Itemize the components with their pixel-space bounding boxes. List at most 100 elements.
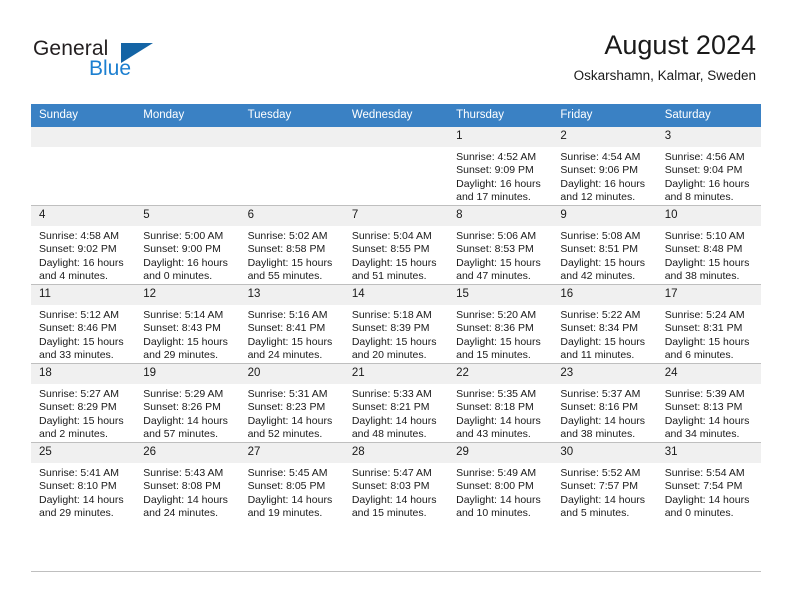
calendar-day-cell-empty (31, 127, 136, 206)
weekday-header-monday: Monday (135, 104, 240, 127)
daylight-text: Daylight: 15 hours (456, 335, 541, 348)
day-number: 14 (343, 285, 449, 305)
calendar-day-cell[interactable]: 1 Sunrise: 4:52 AM Sunset: 9:09 PM Daylight… (448, 127, 553, 206)
calendar-day-cell[interactable]: 4 Sunrise: 4:58 AM Sunset: 9:02 PM Daylight… (31, 205, 136, 285)
calendar-day-cell[interactable]: 28 Sunrise: 5:47 AM Sunset: 8:03 PM Dayligh… (343, 442, 449, 521)
daylight-text: Daylight: 15 hours (247, 335, 333, 348)
sunrise-text: Sunrise: 5:00 AM (143, 230, 224, 242)
day-number: 30 (552, 443, 657, 463)
sunset-text: Sunset: 8:46 PM (39, 322, 117, 335)
calendar-day-cell[interactable]: 31 Sunrise: 5:54 AM Sunset: 7:54 PM Dayligh… (656, 442, 761, 521)
sunset-text: Sunset: 8:03 PM (351, 480, 430, 493)
daylight-text-cont: and 4 minutes. (39, 270, 108, 283)
sunrise-text: Sunrise: 5:45 AM (247, 467, 328, 479)
calendar-day-cell[interactable]: 7 Sunrise: 5:04 AM Sunset: 8:55 PM Daylight… (343, 205, 449, 285)
day-number: 28 (343, 443, 449, 463)
daylight-text: Daylight: 16 hours (456, 177, 541, 190)
calendar-day-cell[interactable]: 17 Sunrise: 5:24 AM Sunset: 8:31 PM Dayligh… (656, 284, 761, 364)
brand-logo[interactable]: General Blue (33, 37, 233, 85)
calendar-day-cell[interactable]: 19 Sunrise: 5:29 AM Sunset: 8:26 PM Dayligh… (135, 363, 240, 443)
daylight-text-cont: and 10 minutes. (456, 507, 531, 520)
day-details: Sunrise: 5:41 AM Sunset: 8:10 PM Daylight:… (31, 463, 135, 521)
daylight-text: Daylight: 15 hours (664, 335, 750, 348)
daylight-text-cont: and 17 minutes. (456, 191, 531, 204)
calendar-day-cell[interactable]: 2 Sunrise: 4:54 AM Sunset: 9:06 PM Daylight… (552, 127, 657, 206)
calendar-day-cell[interactable]: 13 Sunrise: 5:16 AM Sunset: 8:41 PM Dayligh… (239, 284, 344, 364)
sunrise-text: Sunrise: 5:02 AM (247, 230, 328, 242)
daylight-text-cont: and 15 minutes. (351, 507, 427, 520)
calendar-day-cell[interactable]: 12 Sunrise: 5:14 AM Sunset: 8:43 PM Dayligh… (135, 284, 240, 364)
calendar-day-cell[interactable]: 27 Sunrise: 5:45 AM Sunset: 8:05 PM Dayligh… (239, 442, 344, 521)
sunset-text: Sunset: 8:51 PM (560, 243, 639, 256)
sunset-text: Sunset: 8:34 PM (560, 322, 639, 335)
calendar-day-cell[interactable]: 22 Sunrise: 5:35 AM Sunset: 8:18 PM Dayligh… (448, 363, 553, 443)
calendar-day-cell[interactable]: 8 Sunrise: 5:06 AM Sunset: 8:53 PM Daylight… (448, 205, 553, 285)
calendar-day-cell[interactable]: 10 Sunrise: 5:10 AM Sunset: 8:48 PM Dayligh… (656, 205, 761, 285)
day-number: 7 (343, 206, 449, 226)
sunset-text: Sunset: 8:23 PM (247, 401, 326, 414)
calendar-day-cell[interactable]: 20 Sunrise: 5:31 AM Sunset: 8:23 PM Dayligh… (239, 363, 344, 443)
page-title: August 2024 (604, 30, 756, 60)
day-number: 26 (135, 443, 240, 463)
location-subtitle: Oskarshamn, Kalmar, Sweden (573, 68, 756, 83)
day-details: Sunrise: 5:14 AM Sunset: 8:43 PM Daylight:… (135, 305, 239, 363)
sunrise-text: Sunrise: 4:52 AM (456, 151, 537, 163)
calendar-day-cell-empty (135, 127, 240, 206)
calendar-day-cell[interactable]: 29 Sunrise: 5:49 AM Sunset: 8:00 PM Dayligh… (448, 442, 553, 521)
daylight-text-cont: and 43 minutes. (456, 428, 531, 441)
daylight-text-cont: and 33 minutes. (39, 349, 114, 362)
calendar-day-cell[interactable]: 3 Sunrise: 4:56 AM Sunset: 9:04 PM Daylight… (656, 127, 761, 206)
sunrise-text: Sunrise: 5:29 AM (143, 388, 224, 400)
calendar-day-cell[interactable]: 23 Sunrise: 5:37 AM Sunset: 8:16 PM Dayligh… (552, 363, 657, 443)
day-details: Sunrise: 5:49 AM Sunset: 8:00 PM Daylight:… (448, 463, 552, 521)
sunrise-text: Sunrise: 5:27 AM (39, 388, 119, 400)
day-details: Sunrise: 5:04 AM Sunset: 8:55 PM Daylight:… (344, 226, 448, 284)
day-number: 10 (656, 206, 761, 226)
day-number: 22 (448, 364, 553, 384)
calendar-day-cell[interactable]: 9 Sunrise: 5:08 AM Sunset: 8:51 PM Daylight… (552, 205, 657, 285)
sunrise-text: Sunrise: 5:47 AM (351, 467, 432, 479)
daylight-text: Daylight: 14 hours (39, 493, 124, 506)
calendar-day-cell[interactable]: 16 Sunrise: 5:22 AM Sunset: 8:34 PM Dayligh… (552, 284, 657, 364)
daylight-text-cont: and 48 minutes. (351, 428, 427, 441)
daylight-text-cont: and 6 minutes. (664, 349, 734, 362)
daylight-text: Daylight: 14 hours (664, 493, 750, 506)
calendar-day-cell[interactable]: 21 Sunrise: 5:33 AM Sunset: 8:21 PM Dayligh… (343, 363, 449, 443)
day-details: Sunrise: 5:06 AM Sunset: 8:53 PM Daylight:… (448, 226, 552, 284)
day-number (31, 127, 136, 147)
day-number: 2 (552, 127, 657, 147)
page-header: General Blue August 2024 Oskarshamn, Kal… (0, 0, 792, 104)
calendar-day-cell[interactable]: 24 Sunrise: 5:39 AM Sunset: 8:13 PM Dayligh… (656, 363, 761, 443)
calendar-day-cell[interactable]: 6 Sunrise: 5:02 AM Sunset: 8:58 PM Daylight… (239, 205, 344, 285)
sunset-text: Sunset: 9:06 PM (560, 164, 639, 177)
sunrise-text: Sunrise: 5:43 AM (143, 467, 224, 479)
calendar-day-cell[interactable]: 25 Sunrise: 5:41 AM Sunset: 8:10 PM Dayligh… (31, 442, 136, 521)
sunset-text: Sunset: 7:57 PM (560, 480, 639, 493)
daylight-text-cont: and 29 minutes. (39, 507, 114, 520)
day-number (239, 127, 344, 147)
sunrise-text: Sunrise: 5:16 AM (247, 309, 328, 321)
calendar-day-cell-empty (343, 127, 449, 206)
calendar-day-cell[interactable]: 18 Sunrise: 5:27 AM Sunset: 8:29 PM Dayligh… (31, 363, 136, 443)
daylight-text: Daylight: 14 hours (456, 493, 541, 506)
day-number: 20 (239, 364, 344, 384)
calendar-day-cell[interactable]: 15 Sunrise: 5:20 AM Sunset: 8:36 PM Dayligh… (448, 284, 553, 364)
daylight-text-cont: and 5 minutes. (560, 507, 630, 520)
calendar-header-row: Sunday Monday Tuesday Wednesday Thursday… (31, 104, 761, 127)
sunrise-text: Sunrise: 5:18 AM (351, 309, 432, 321)
day-details: Sunrise: 5:43 AM Sunset: 8:08 PM Daylight:… (135, 463, 239, 521)
calendar-day-cell[interactable]: 26 Sunrise: 5:43 AM Sunset: 8:08 PM Dayligh… (135, 442, 240, 521)
sunset-text: Sunset: 8:55 PM (351, 243, 430, 256)
daylight-text: Daylight: 14 hours (351, 414, 437, 427)
sunset-text: Sunset: 8:58 PM (247, 243, 326, 256)
calendar-day-cell[interactable]: 14 Sunrise: 5:18 AM Sunset: 8:39 PM Dayligh… (343, 284, 449, 364)
calendar-day-cell[interactable]: 5 Sunrise: 5:00 AM Sunset: 9:00 PM Daylight… (135, 205, 240, 285)
day-details: Sunrise: 5:45 AM Sunset: 8:05 PM Daylight:… (240, 463, 344, 521)
day-details: Sunrise: 5:33 AM Sunset: 8:21 PM Daylight:… (344, 384, 448, 442)
day-number: 29 (448, 443, 553, 463)
day-details: Sunrise: 5:31 AM Sunset: 8:23 PM Daylight:… (240, 384, 344, 442)
day-number: 27 (239, 443, 344, 463)
day-number: 11 (31, 285, 136, 305)
calendar-day-cell[interactable]: 30 Sunrise: 5:52 AM Sunset: 7:57 PM Dayligh… (552, 442, 657, 521)
calendar-day-cell[interactable]: 11 Sunrise: 5:12 AM Sunset: 8:46 PM Dayligh… (31, 284, 136, 364)
